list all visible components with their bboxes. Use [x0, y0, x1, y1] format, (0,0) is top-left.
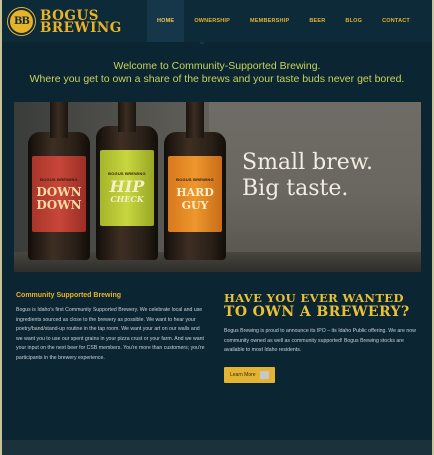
- learn-more-button[interactable]: Learn More: [224, 366, 275, 383]
- welcome-banner: Welcome to Community-Supported Brewing. …: [2, 42, 432, 102]
- logo-wordmark: BOGUS BREWING: [40, 9, 122, 36]
- ipo-heading-line-2: TO OWN A BREWERY?: [224, 304, 410, 320]
- logo-badge-text: BB: [14, 16, 30, 27]
- bottle-down-down: BOGUS BREWING DOWN DOWN: [28, 102, 90, 260]
- bottle-name: HARD GUY: [176, 186, 214, 212]
- learn-more-arrow-icon: [259, 370, 269, 379]
- bottle-label: BOGUS BREWING HARD GUY: [167, 156, 223, 232]
- bottle-name-line-1: DOWN: [36, 184, 82, 199]
- logo-badge-icon: BB: [8, 8, 35, 35]
- site-logo[interactable]: BB BOGUS BREWING: [8, 8, 122, 35]
- hero-headline-line-1: Small brew.: [242, 150, 373, 175]
- footer-band: [2, 440, 432, 455]
- hero-headline-line-2: Big taste.: [242, 176, 349, 201]
- community-section: Community Supported Brewing Bogus is Ida…: [16, 292, 206, 364]
- bottle-name-line-1: HARD: [176, 185, 214, 199]
- community-heading: Community Supported Brewing: [16, 292, 121, 299]
- bottle-name: HIP CHECK: [109, 176, 145, 206]
- ipo-body: Bogus Brewing is proud to announce its I…: [224, 328, 416, 354]
- logo-line-2: BREWING: [40, 19, 122, 36]
- bottle-brand: BOGUS BREWING: [176, 176, 214, 182]
- hero-image: BOGUS BREWING DOWN DOWN BOGUS BREWING HI…: [14, 102, 421, 272]
- nav-item-contact[interactable]: CONTACT: [372, 0, 420, 42]
- main-nav: HOME OWNERSHIP MEMBERSHIP BEER BLOG CONT…: [147, 0, 420, 42]
- nav-item-blog[interactable]: BLOG: [335, 0, 372, 42]
- nav-item-beer[interactable]: BEER: [299, 0, 335, 42]
- hero-headline: Small brew. Big taste.: [242, 150, 373, 202]
- nav-item-membership[interactable]: MEMBERSHIP: [240, 0, 299, 42]
- bottle-name-line-1: HIP: [109, 176, 145, 196]
- nav-item-ownership[interactable]: OWNERSHIP: [184, 0, 240, 42]
- bottle-hard-guy: BOGUS BREWING HARD GUY: [164, 102, 226, 260]
- welcome-line-2: Where you get to own a share of the brew…: [29, 73, 405, 85]
- bottle-brand: BOGUS BREWING: [40, 176, 78, 182]
- ipo-heading-line-1: HAVE YOU EVER WANTED: [224, 291, 404, 305]
- bottle-name-line-2: DOWN: [36, 197, 82, 212]
- learn-more-label: Learn More: [230, 371, 256, 378]
- ipo-heading: HAVE YOU EVER WANTED TO OWN A BREWERY?: [224, 291, 424, 319]
- community-body: Bogus is Idaho's first Community Support…: [16, 307, 205, 361]
- bottle-name-line-2: CHECK: [110, 193, 144, 204]
- bottle-hip-check: BOGUS BREWING HIP CHECK: [96, 102, 158, 260]
- welcome-line-1: Welcome to Community-Supported Brewing.: [113, 60, 321, 72]
- bottle-brand: BOGUS BREWING: [108, 170, 146, 176]
- bottle-label: BOGUS BREWING DOWN DOWN: [31, 156, 87, 232]
- bottle-name-line-2: GUY: [181, 198, 209, 212]
- nav-item-home[interactable]: HOME: [147, 0, 185, 42]
- bottle-label: BOGUS BREWING HIP CHECK: [99, 150, 155, 226]
- bottle-name: DOWN DOWN: [36, 184, 82, 212]
- ipo-section: HAVE YOU EVER WANTED TO OWN A BREWERY? B…: [224, 291, 424, 383]
- site-header: BB BOGUS BREWING HOME OWNERSHIP MEMBERSH…: [2, 0, 432, 42]
